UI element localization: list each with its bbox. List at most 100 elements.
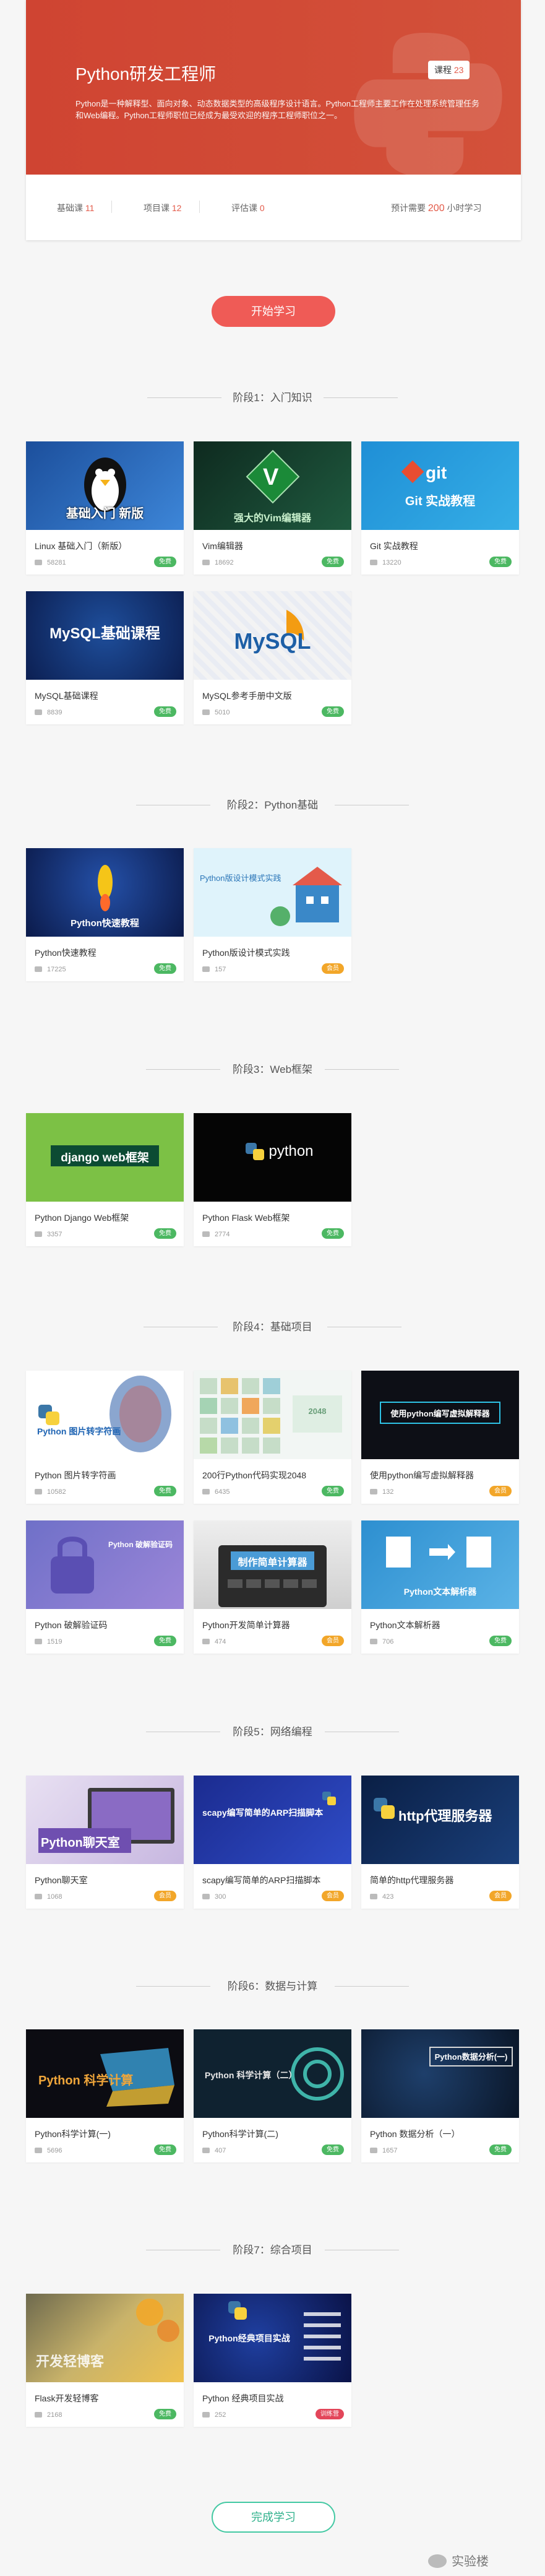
learner-count-value: 8839 [47, 709, 62, 716]
course-thumbnail: http代理服务器 [361, 1776, 519, 1864]
course-card[interactable]: git Git 实战教程 Git 实战教程 13220 免费 [361, 441, 519, 575]
project-courses-stat: 项目课 12 [144, 202, 181, 214]
course-name[interactable]: Python文本解析器 [370, 1619, 440, 1631]
learner-count-value: 58281 [47, 559, 66, 566]
course-name[interactable]: Python 破解验证码 [35, 1619, 107, 1631]
course-card[interactable]: django web框架 Python Django Web框架 3357 免费 [26, 1113, 184, 1246]
course-name[interactable]: Vim编辑器 [202, 540, 243, 552]
course-name[interactable]: Python聊天室 [35, 1874, 88, 1886]
learner-count: 132 [370, 1488, 393, 1496]
learners-icon [202, 709, 210, 715]
watermark: 实验楼 [428, 2552, 489, 2571]
stage-heading: 阶段3：Web框架 [0, 1060, 545, 1079]
thumbnail-caption: MySQL基础课程 [49, 625, 160, 642]
learner-count-value: 5010 [215, 709, 230, 716]
stage-heading: 阶段2：Python基础 [0, 796, 545, 815]
stage-title: 阶段4：基础项目 [233, 1321, 312, 1333]
course-card[interactable]: Python快速教程 Python快速教程 17225 免费 [26, 848, 184, 981]
course-name[interactable]: Git 实战教程 [370, 540, 418, 552]
course-count-value: 23 [453, 65, 464, 75]
course-name[interactable]: Flask开发轻博客 [35, 2392, 98, 2405]
stage-heading: 阶段6：数据与计算 [0, 1977, 545, 1996]
course-name[interactable]: Python 数据分析（一） [370, 2128, 460, 2140]
learner-count-value: 1068 [47, 1893, 62, 1901]
price-tag: 会员 [489, 1891, 512, 1901]
course-card[interactable]: http代理服务器 简单的http代理服务器 423 会员 [361, 1776, 519, 1909]
course-thumbnail: Python 破解验证码 [26, 1520, 184, 1609]
course-name[interactable]: Python Flask Web框架 [202, 1212, 290, 1224]
stage-title: 阶段2：Python基础 [226, 799, 319, 811]
price-tag: 免费 [154, 706, 176, 717]
course-name[interactable]: Python Django Web框架 [35, 1212, 129, 1224]
project-courses-count: 12 [171, 203, 182, 213]
course-card[interactable]: Python版设计模式实践 Python版设计模式实践 157 会员 [194, 848, 351, 981]
course-name[interactable]: Linux 基础入门（新版） [35, 540, 127, 552]
price-tag: 免费 [489, 2144, 512, 2155]
course-card[interactable]: 基础入门 新版 Linux 基础入门（新版） 58281 免费 [26, 441, 184, 575]
course-name[interactable]: MySQL参考手册中文版 [202, 690, 292, 702]
course-thumbnail: django web框架 [26, 1113, 184, 1202]
thumbnail-caption: python [268, 1143, 314, 1160]
course-name[interactable]: Python 图片转字符画 [35, 1469, 116, 1481]
path-stats: 基础课 11 项目课 12 评估课 0 预计需要 200 小时学习 [26, 175, 521, 240]
thumbnail-caption: Python数据分析(一) [434, 2052, 508, 2062]
price-tag: 免费 [322, 1486, 344, 1496]
course-name[interactable]: Python开发简单计算器 [202, 1619, 290, 1631]
course-card[interactable]: Python 破解验证码 Python 破解验证码 1519 免费 [26, 1520, 184, 1654]
thumbnail-caption: Python 图片转字符画 [37, 1426, 121, 1436]
learners-icon [202, 1639, 210, 1644]
course-card[interactable]: MySQL MySQL参考手册中文版 5010 免费 [194, 591, 351, 724]
learner-count: 2774 [202, 1231, 230, 1238]
basic-courses-label: 基础课 [57, 203, 83, 213]
course-name[interactable]: 简单的http代理服务器 [370, 1874, 453, 1886]
learner-count: 2168 [35, 2411, 62, 2419]
basic-courses-stat: 基础课 11 [57, 202, 94, 214]
course-card[interactable]: scapy编写简单的ARP扫描脚本 scapy编写简单的ARP扫描脚本 300 … [194, 1776, 351, 1909]
course-card[interactable]: Python经典项目实战 Python 经典项目实战 252 训练营 [194, 2294, 351, 2427]
stage-title: 阶段3：Web框架 [232, 1064, 313, 1075]
course-card[interactable]: Python 科学计算 Python科学计算(一) 5696 免费 [26, 2029, 184, 2162]
course-name[interactable]: Python版设计模式实践 [202, 947, 290, 959]
divider [199, 201, 200, 213]
learner-count-value: 3357 [47, 1231, 62, 1238]
course-card[interactable]: Python 图片转字符画 Python 图片转字符画 10582 免费 [26, 1371, 184, 1504]
course-name[interactable]: Python科学计算(一) [35, 2128, 111, 2140]
eval-courses-count: 0 [259, 203, 265, 213]
thumbnail-caption: Python经典项目实战 [208, 2333, 290, 2343]
price-tag: 会员 [322, 963, 344, 974]
estimated-hours-stat: 预计需要 200 小时学习 [391, 202, 481, 214]
course-card[interactable]: V 强大的Vim编辑器 Vim编辑器 18692 免费 [194, 441, 351, 575]
course-name[interactable]: Python 经典项目实战 [202, 2392, 283, 2405]
course-name[interactable]: scapy编写简单的ARP扫描脚本 [202, 1874, 320, 1886]
finish-learning-button[interactable]: 完成学习 [212, 2502, 335, 2533]
course-card[interactable]: 制作简单计算器 Python开发简单计算器 474 会员 [194, 1520, 351, 1654]
learners-icon [35, 2412, 42, 2418]
course-name[interactable]: 200行Python代码实现2048 [202, 1469, 306, 1481]
course-card[interactable]: 开发轻博客 Flask开发轻博客 2168 免费 [26, 2294, 184, 2427]
course-card[interactable]: 2048 200行Python代码实现2048 6435 免费 [194, 1371, 351, 1504]
course-card[interactable]: Python 科学计算（二） Python科学计算(二) 407 免费 [194, 2029, 351, 2162]
price-tag: 免费 [322, 2144, 344, 2155]
course-card[interactable]: Python文本解析器 Python文本解析器 706 免费 [361, 1520, 519, 1654]
thumbnail-caption: Python 科学计算（二） [205, 2070, 298, 2080]
learner-count-value: 300 [215, 1893, 226, 1901]
course-name[interactable]: Python快速教程 [35, 947, 97, 959]
course-name[interactable]: MySQL基础课程 [35, 690, 98, 702]
learners-icon [370, 560, 377, 565]
start-learning-button[interactable]: 开始学习 [212, 296, 335, 327]
course-card[interactable]: 使用python编写虚拟解释器 使用python编写虚拟解释器 132 会员 [361, 1371, 519, 1504]
learners-icon [370, 1639, 377, 1644]
course-card[interactable]: python Python Flask Web框架 2774 免费 [194, 1113, 351, 1246]
stage-heading: 阶段1：入门知识 [0, 389, 545, 407]
learners-icon [202, 1894, 210, 1899]
course-card[interactable]: MySQL基础课程 MySQL基础课程 8839 免费 [26, 591, 184, 724]
learner-count: 423 [370, 1893, 393, 1901]
course-card[interactable]: Python聊天室 Python聊天室 1068 会员 [26, 1776, 184, 1909]
course-name[interactable]: 使用python编写虚拟解释器 [370, 1469, 474, 1481]
learner-count-value: 474 [215, 1638, 226, 1646]
course-name[interactable]: Python科学计算(二) [202, 2128, 278, 2140]
course-card[interactable]: Python数据分析(一) Python 数据分析（一） 1657 免费 [361, 2029, 519, 2162]
learners-icon [35, 1231, 42, 1237]
learner-count-value: 5696 [47, 2147, 62, 2154]
course-thumbnail: scapy编写简单的ARP扫描脚本 [194, 1776, 351, 1864]
